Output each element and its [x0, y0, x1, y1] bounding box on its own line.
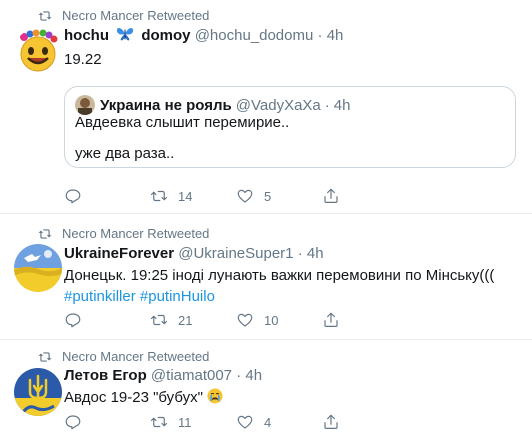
tweet-text: 19.22: [64, 51, 102, 68]
retweet-count: 14: [178, 188, 193, 204]
like-button[interactable]: 10: [236, 311, 322, 329]
separator-dot: ·: [297, 245, 303, 262]
display-name[interactable]: Летов Егор: [64, 367, 147, 384]
retweet-icon: [38, 351, 52, 362]
tweet-text: Донецьк. 19:25 іноді лунають важки перем…: [64, 267, 495, 284]
retweeted-by-label[interactable]: Necro Mancer Retweeted: [62, 349, 209, 364]
tweet-header: UkraineForever @UkraineSuper1 · 4h: [64, 244, 324, 264]
quoted-tweet[interactable]: Украина не рояль @VadyXaXa · 4h Авдеевка…: [64, 86, 516, 168]
retweet-header: Necro Mancer Retweeted: [38, 349, 209, 364]
retweet-icon: [150, 314, 168, 326]
heart-icon: [237, 415, 253, 429]
tweet-header: hochu domoy @hochu_dodomu · 4h: [64, 26, 343, 46]
heart-icon: [237, 313, 253, 327]
tweet-hashtags: #putinkiller #putinHuilo: [64, 287, 215, 307]
retweet-count: 21: [178, 312, 193, 328]
retweet-button[interactable]: 21: [150, 311, 236, 329]
timestamp[interactable]: 4h: [307, 245, 324, 262]
avatar[interactable]: [14, 244, 62, 292]
retweet-header: Necro Mancer Retweeted: [38, 8, 209, 23]
separator-dot: ·: [236, 367, 242, 384]
timestamp[interactable]: 4h: [327, 27, 344, 44]
user-handle[interactable]: @tiamat007: [151, 367, 232, 384]
retweet-count: 11: [178, 414, 192, 430]
share-icon: [324, 312, 338, 327]
retweet-button[interactable]: 14: [150, 187, 236, 205]
retweet-icon: [38, 228, 52, 239]
reply-button[interactable]: [64, 187, 150, 205]
smiley-avatar-icon: [20, 29, 58, 72]
avatar[interactable]: [14, 368, 62, 416]
tweet-header: Летов Егор @tiamat007 · 4h: [64, 366, 262, 386]
crying-face-icon: [207, 388, 223, 404]
tweet-actions: 11 4: [64, 413, 340, 431]
separator-dot: ·: [317, 27, 323, 44]
display-name[interactable]: hochu: [64, 27, 109, 44]
ukraine-landscape-avatar-icon: [14, 244, 62, 292]
reply-button[interactable]: [64, 413, 150, 431]
tweet-actions: 21 10: [64, 311, 340, 329]
like-button[interactable]: 5: [236, 187, 322, 205]
tweet[interactable]: Necro Mancer Retweeted UkraineForever @U…: [0, 214, 532, 339]
tweet[interactable]: Necro Mancer Retweeted Летов Егор @tiama…: [0, 340, 532, 440]
retweet-icon: [150, 190, 168, 202]
share-icon: [324, 414, 338, 429]
ukraine-trident-avatar-icon: [14, 368, 62, 416]
hashtag-link[interactable]: #putinHuilo: [140, 288, 215, 305]
quoted-display-name[interactable]: Украина не рояль: [100, 97, 232, 114]
display-name-part2[interactable]: domoy: [141, 27, 190, 44]
user-handle[interactable]: @hochu_dodomu: [195, 27, 314, 44]
quoted-tweet-header: Украина не рояль @VadyXaXa · 4h: [75, 95, 350, 115]
tweet[interactable]: Necro Mancer Retweeted hochu domoy @hoch…: [0, 0, 532, 213]
retweeted-by-label[interactable]: Necro Mancer Retweeted: [62, 226, 209, 241]
quoted-text-line1: Авдеевка слышит перемирие..: [75, 114, 290, 131]
share-icon: [324, 188, 338, 203]
quoted-avatar-image: [75, 95, 95, 115]
butterfly-icon: [117, 27, 134, 41]
reply-button[interactable]: [64, 311, 150, 329]
like-count: 4: [264, 414, 272, 430]
tweet-text: Авдос 19-23 "бубух": [64, 389, 203, 406]
avatar[interactable]: [14, 28, 62, 76]
reply-icon: [65, 313, 81, 328]
retweet-icon: [150, 416, 168, 428]
quoted-user-handle[interactable]: @VadyXaXa: [236, 97, 321, 114]
timestamp[interactable]: 4h: [245, 367, 262, 384]
like-button[interactable]: 4: [236, 413, 322, 431]
share-button[interactable]: [322, 187, 340, 205]
user-handle[interactable]: @UkraineSuper1: [178, 245, 293, 262]
quoted-timestamp[interactable]: 4h: [334, 97, 351, 114]
hashtag-link[interactable]: #putinkiller: [64, 288, 136, 305]
retweeted-by-label[interactable]: Necro Mancer Retweeted: [62, 8, 209, 23]
retweet-button[interactable]: 11: [150, 413, 236, 431]
heart-icon: [237, 189, 253, 203]
tweet-text-row: Авдос 19-23 "бубух": [64, 388, 223, 408]
like-count: 10: [264, 312, 279, 328]
share-button[interactable]: [322, 311, 340, 329]
share-button[interactable]: [322, 413, 340, 431]
tweet-actions: 14 5: [64, 187, 340, 205]
reply-icon: [65, 189, 81, 204]
like-count: 5: [264, 188, 272, 204]
separator-dot: ·: [324, 96, 330, 114]
retweet-icon: [38, 10, 52, 21]
retweet-header: Necro Mancer Retweeted: [38, 226, 209, 241]
quoted-avatar: [75, 95, 95, 115]
reply-icon: [65, 415, 81, 430]
quoted-text-line2: уже два раза..: [75, 145, 175, 162]
display-name[interactable]: UkraineForever: [64, 245, 174, 262]
